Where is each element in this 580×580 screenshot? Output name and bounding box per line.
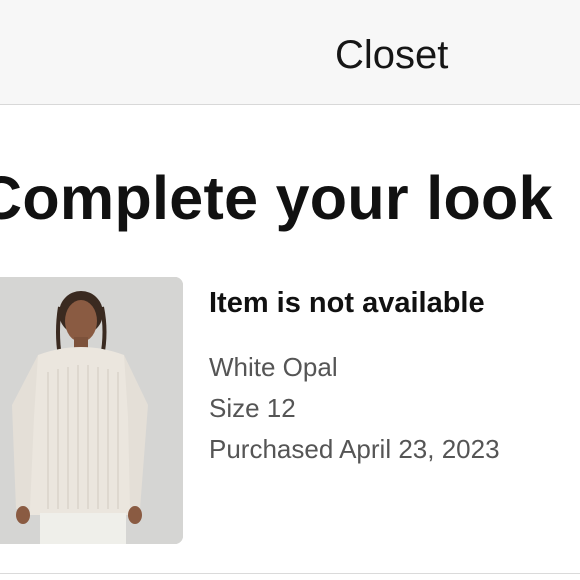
top-bar: Closet <box>0 0 580 105</box>
sweater-model-illustration <box>0 277 183 544</box>
page-title: Closet <box>335 33 449 77</box>
availability-status: Item is not available <box>209 287 485 319</box>
section-title: Complete your look <box>0 164 553 232</box>
item-size: Size 12 <box>209 393 296 423</box>
divider <box>0 573 580 574</box>
product-image[interactable] <box>0 277 183 544</box>
purchase-date: Purchased April 23, 2023 <box>209 434 500 464</box>
item-color: White Opal <box>209 352 338 382</box>
